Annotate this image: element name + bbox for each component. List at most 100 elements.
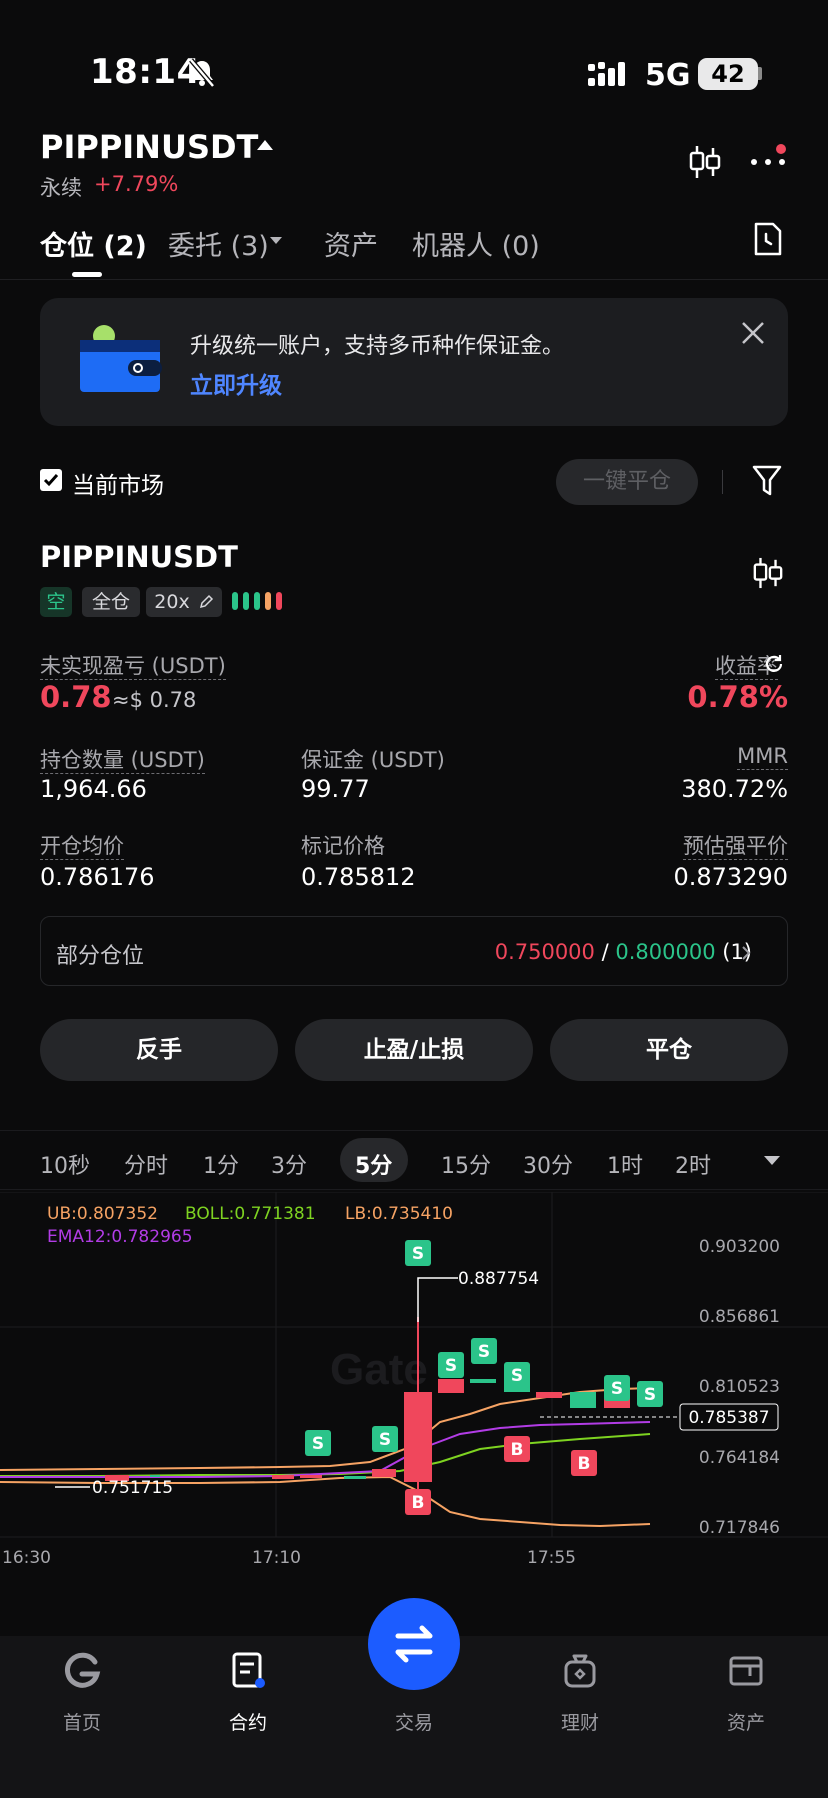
nav-home-label: 首页 — [62, 1712, 101, 1734]
timeframe-1h[interactable]: 1时 — [607, 1148, 643, 1180]
x-tick: 17:10 — [252, 1548, 301, 1568]
svg-text:S: S — [445, 1356, 457, 1376]
candle — [272, 1475, 294, 1479]
nav-home[interactable]: 首页 — [22, 1650, 142, 1735]
leverage-value: 20x — [154, 591, 190, 613]
chevron-down-icon[interactable] — [764, 1156, 780, 1165]
indicator-boll: BOLL:0.771381 — [185, 1204, 316, 1224]
candle — [470, 1379, 496, 1383]
svg-text:S: S — [312, 1434, 324, 1454]
refresh-icon[interactable] — [763, 653, 785, 675]
high-price-label: 0.887754 — [458, 1269, 539, 1289]
timeframe-5m[interactable]: 5分 — [355, 1148, 392, 1180]
side-badge: 空 — [40, 587, 72, 617]
partial-position-label: 部分仓位 — [56, 944, 145, 969]
mmr-value: 380.72% — [681, 775, 788, 803]
y-tick: 0.764184 — [699, 1448, 780, 1468]
timeframe-15m[interactable]: 15分 — [441, 1148, 491, 1180]
indicator-ema: EMA12:0.782965 — [47, 1227, 193, 1247]
watermark: Gate — [330, 1345, 428, 1394]
nav-finance[interactable]: 理财 — [520, 1650, 640, 1735]
chevron-down-icon[interactable] — [270, 237, 282, 244]
svg-text:S: S — [478, 1342, 490, 1362]
chevron-right-icon[interactable] — [740, 944, 752, 962]
close-icon[interactable] — [738, 318, 768, 348]
margin-value: 99.77 — [301, 775, 370, 803]
finance-icon — [564, 1654, 596, 1688]
unrealized-pnl-label: 未实现盈亏 (USDT) — [40, 654, 226, 680]
reverse-button[interactable]: 反手 — [40, 1019, 278, 1081]
partial-tp-price: 0.750000 — [494, 940, 595, 964]
y-tick: 0.856861 — [699, 1307, 780, 1327]
tab-underline — [72, 272, 102, 277]
upgrade-link[interactable]: 立即升级 — [190, 366, 282, 400]
mmr-label: MMR — [737, 744, 788, 770]
header-divider — [0, 279, 828, 280]
timeframe-3m[interactable]: 3分 — [271, 1148, 307, 1180]
nav-contract[interactable]: 合约 — [188, 1650, 308, 1735]
margin-label: 保证金 (USDT) — [301, 748, 445, 772]
position-symbol[interactable]: PIPPINUSDT — [40, 540, 238, 574]
candle — [372, 1469, 396, 1477]
candlestick-chart-icon[interactable] — [688, 144, 722, 180]
entry-price-value: 0.786176 — [40, 863, 155, 891]
current-market-checkbox[interactable] — [40, 469, 62, 491]
banner-message: 升级统一账户，支持多币种作保证金。 — [190, 334, 565, 359]
partial-separator: / — [601, 940, 609, 964]
x-tick: 16:30 — [2, 1548, 51, 1568]
partial-position-values: 0.750000 / 0.800000 (1) — [495, 940, 752, 964]
nav-contract-label: 合约 — [228, 1712, 267, 1734]
unrealized-pnl-usd: ≈$ 0.78 — [112, 688, 197, 712]
filter-icon[interactable] — [752, 464, 782, 498]
edit-icon — [199, 594, 213, 609]
candle — [404, 1392, 432, 1482]
timeframe-line[interactable]: 分时 — [124, 1148, 168, 1180]
svg-text:S: S — [611, 1379, 623, 1399]
signal-icon — [588, 62, 625, 86]
tpsl-button[interactable]: 止盈/止损 — [295, 1019, 533, 1081]
caret-up-icon[interactable] — [257, 140, 273, 150]
contract-symbol[interactable]: PIPPINUSDT — [40, 128, 258, 166]
x-tick: 17:55 — [527, 1548, 576, 1568]
high-marker-line — [417, 1277, 458, 1322]
candlestick-chart-icon[interactable] — [752, 556, 784, 590]
timeframe-2h[interactable]: 2时 — [675, 1148, 711, 1180]
svg-text:S: S — [379, 1430, 391, 1450]
tab-orders[interactable]: 委托 (3) — [168, 224, 269, 263]
kline-chart[interactable]: Gate UB:0.807352 BOLL:0.771381 LB:0.7354… — [0, 1192, 828, 1572]
svg-text:B: B — [412, 1493, 425, 1513]
battery-indicator: 42 — [698, 58, 758, 90]
close-all-button[interactable]: 一键平仓 — [556, 459, 698, 505]
tab-positions[interactable]: 仓位 (2) — [40, 224, 147, 263]
leverage-badge[interactable]: 20x — [146, 587, 222, 617]
status-time: 18:14 — [90, 52, 201, 92]
size-label: 持仓数量 (USDT) — [40, 748, 205, 774]
nav-trade-label[interactable]: 交易 — [368, 1708, 460, 1735]
svg-text:B: B — [578, 1454, 591, 1474]
timeframe-30m[interactable]: 30分 — [523, 1148, 573, 1180]
swap-icon — [395, 1625, 433, 1663]
current-market-label[interactable]: 当前市场 — [72, 466, 164, 500]
tab-bots[interactable]: 机器人 (0) — [412, 224, 540, 263]
nav-assets[interactable]: 资产 — [686, 1650, 806, 1735]
battery-tip — [758, 67, 762, 80]
svg-text:S: S — [412, 1244, 424, 1264]
svg-text:B: B — [511, 1440, 524, 1460]
timeframe-10s[interactable]: 10秒 — [40, 1148, 90, 1180]
history-document-icon[interactable] — [752, 222, 784, 256]
indicator-ub: UB:0.807352 — [47, 1204, 158, 1224]
timeframe-1m[interactable]: 1分 — [203, 1148, 239, 1180]
candle — [150, 1475, 160, 1477]
y-tick: 0.810523 — [699, 1377, 780, 1397]
contract-type: 永续 — [40, 176, 82, 200]
price-change: +7.79% — [94, 172, 179, 196]
svg-text:S: S — [511, 1366, 523, 1386]
indicator-lb: LB:0.735410 — [345, 1204, 453, 1224]
roe-value: 0.78% — [687, 680, 788, 714]
close-position-button[interactable]: 平仓 — [550, 1019, 788, 1081]
trade-button[interactable] — [368, 1598, 460, 1690]
home-icon — [64, 1652, 101, 1688]
tab-assets[interactable]: 资产 — [324, 224, 378, 263]
nav-finance-label: 理财 — [560, 1712, 599, 1734]
nav-assets-label: 资产 — [726, 1712, 765, 1734]
